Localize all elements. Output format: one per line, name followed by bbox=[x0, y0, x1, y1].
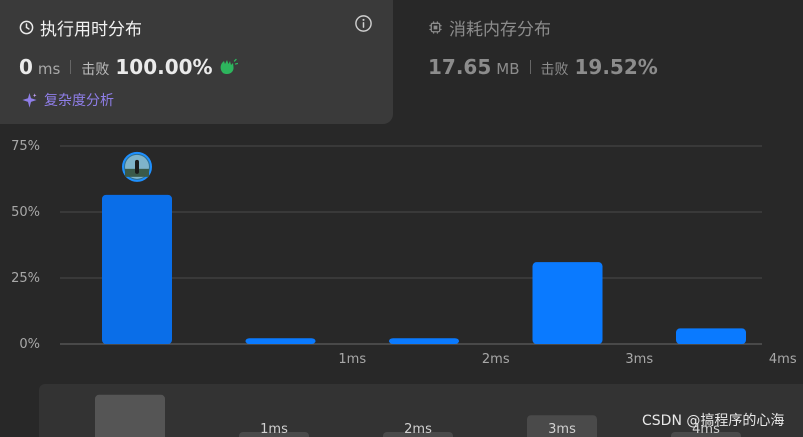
memory-beat-label: 击败 bbox=[540, 62, 569, 78]
info-icon[interactable] bbox=[354, 14, 373, 33]
clock-icon bbox=[19, 20, 34, 35]
x-tick-label: 1ms bbox=[338, 352, 366, 367]
memory-value: 17.65 bbox=[428, 55, 492, 79]
chart-bar[interactable] bbox=[245, 338, 316, 344]
complexity-analysis-link[interactable]: 复杂度分析 bbox=[21, 90, 114, 110]
clap-icon bbox=[220, 58, 238, 74]
x-tick-label: 3ms bbox=[625, 352, 653, 367]
y-tick-label: 50% bbox=[11, 205, 40, 220]
memory-stats: 17.65 MB 击败 19.52% bbox=[428, 55, 658, 79]
chip-icon bbox=[429, 21, 442, 34]
chart-bar[interactable] bbox=[389, 338, 459, 344]
runtime-title-text: 执行用时分布 bbox=[40, 20, 142, 40]
avatar bbox=[122, 151, 152, 182]
y-tick-label: 0% bbox=[19, 337, 40, 352]
y-tick-label: 25% bbox=[11, 271, 40, 286]
chart-bar[interactable] bbox=[102, 194, 172, 344]
sparkle-icon bbox=[22, 92, 37, 108]
memory-unit: MB bbox=[496, 60, 520, 78]
runtime-unit: ms bbox=[37, 60, 61, 78]
chart-bar[interactable] bbox=[532, 262, 603, 344]
memory-title-text: 消耗内存分布 bbox=[449, 20, 551, 40]
runtime-title: 执行用时分布 bbox=[19, 15, 142, 40]
complexity-analysis-label: 复杂度分析 bbox=[44, 93, 114, 109]
y-tick-label: 75% bbox=[11, 139, 40, 154]
x-tick-label: 2ms bbox=[482, 352, 510, 367]
runtime-beat-value: 100.00% bbox=[115, 55, 213, 79]
x-tick-label: 4ms bbox=[769, 352, 797, 367]
memory-tab[interactable]: 消耗内存分布 bbox=[428, 15, 551, 40]
divider bbox=[529, 60, 531, 74]
watermark: CSDN @搞程序的心海 bbox=[642, 413, 785, 429]
runtime-stats: 0 ms 击败 100.00% bbox=[19, 55, 238, 79]
memory-beat-value: 19.52% bbox=[574, 55, 658, 79]
chart-bar[interactable] bbox=[676, 328, 746, 344]
runtime-beat-label: 击败 bbox=[81, 62, 110, 78]
runtime-value: 0 bbox=[19, 55, 33, 79]
divider bbox=[70, 60, 72, 74]
